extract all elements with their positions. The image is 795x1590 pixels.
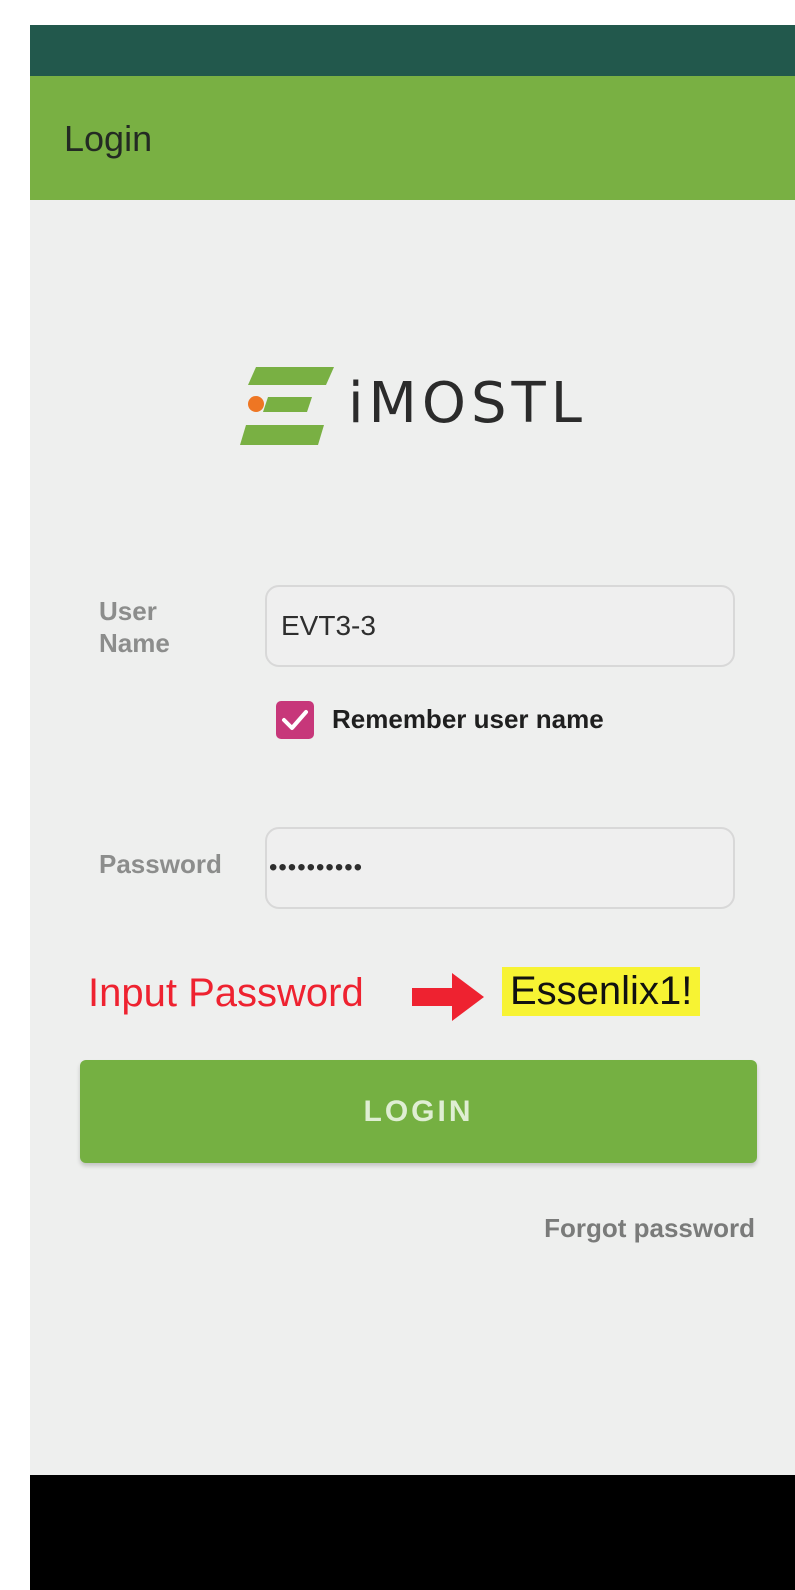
checkmark-icon <box>282 710 308 730</box>
remember-checkbox[interactable] <box>276 701 314 739</box>
remember-label: Remember user name <box>332 704 604 734</box>
red-arrow-right-icon <box>412 973 484 1021</box>
annotation-text: Input Password <box>88 971 364 1015</box>
annotation-password-value: Essenlix1! <box>502 967 701 1016</box>
password-input[interactable] <box>269 829 709 907</box>
status-bar <box>30 25 795 76</box>
e-stripes-logo-icon <box>240 367 334 445</box>
password-field-box[interactable] <box>265 827 735 909</box>
username-label: User Name <box>99 596 170 658</box>
username-field-box[interactable] <box>265 585 735 667</box>
app-logo: iMOSTL <box>236 363 616 453</box>
page-title: Login <box>64 118 153 159</box>
login-button[interactable]: LOGIN <box>80 1060 757 1163</box>
navigation-bar <box>30 1475 795 1590</box>
logo-text: iMOSTL <box>348 371 587 436</box>
app-bar: Login <box>30 76 795 200</box>
phone-screen: Login iMOSTL User Name Remember user nam… <box>30 25 795 1590</box>
forgot-password-link[interactable]: Forgot password <box>544 1213 755 1244</box>
password-label: Password <box>99 849 222 879</box>
username-input[interactable] <box>281 587 721 665</box>
